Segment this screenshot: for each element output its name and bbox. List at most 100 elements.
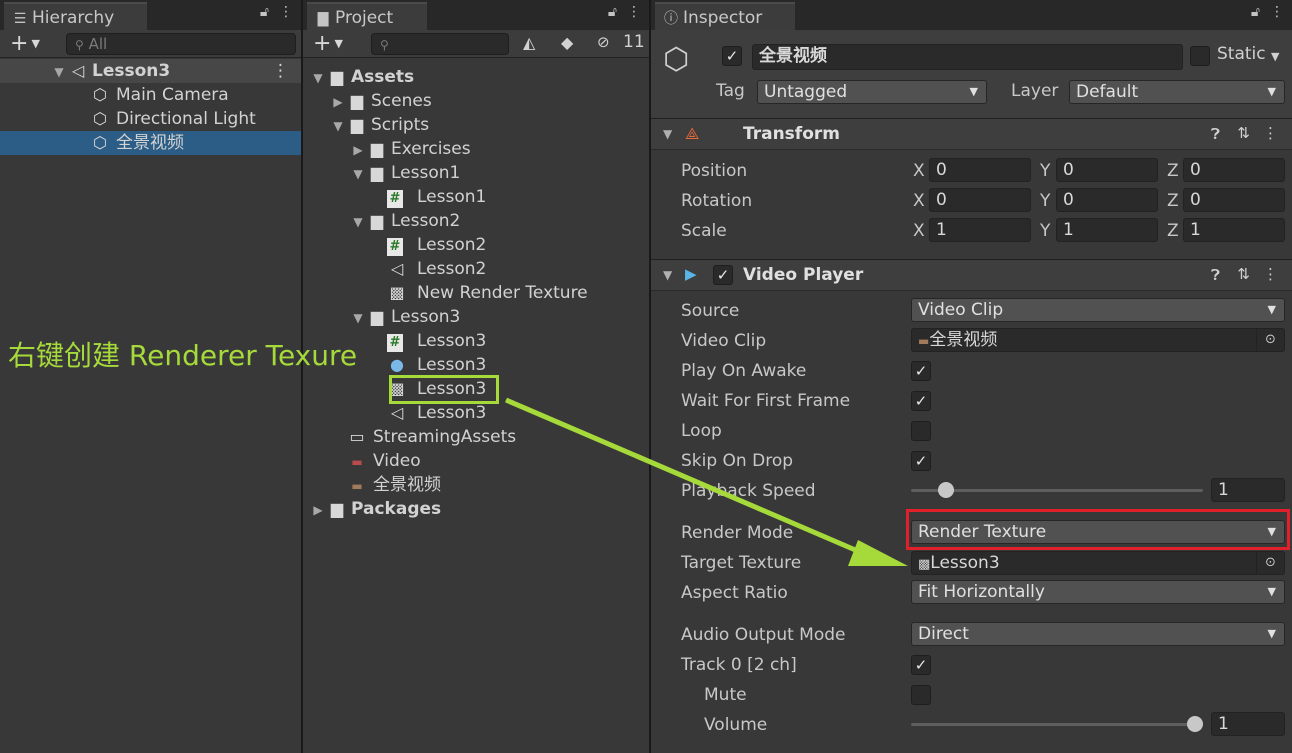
tree-item-lesson1-script[interactable]: # Lesson1 bbox=[387, 185, 486, 209]
tab-inspector[interactable]: ⓘ Inspector bbox=[655, 2, 795, 30]
create-plus-button[interactable]: + ▼ bbox=[10, 31, 40, 57]
rotation-x-field[interactable]: 0 bbox=[929, 188, 1031, 212]
presets-icon[interactable]: ⇅ bbox=[1237, 265, 1250, 283]
axis-x-label[interactable]: X bbox=[913, 189, 925, 213]
source-dropdown[interactable]: Video Clip ▼ bbox=[911, 298, 1285, 322]
chevron-down-icon[interactable]: ▼ bbox=[663, 127, 672, 141]
rotation-z-field[interactable]: 0 bbox=[1183, 188, 1285, 212]
filter-by-label-icon[interactable]: ◆ bbox=[561, 33, 573, 52]
axis-y-label[interactable]: Y bbox=[1040, 219, 1050, 243]
project-search-input[interactable]: ⚲ bbox=[371, 33, 509, 55]
aspect-ratio-dropdown[interactable]: Fit Horizontally ▼ bbox=[911, 580, 1285, 604]
tree-item-new-render-texture[interactable]: ▩ New Render Texture bbox=[387, 281, 587, 305]
video-player-enabled-checkbox[interactable]: ✓ bbox=[713, 265, 733, 285]
scene-row[interactable]: ▼ ◁ Lesson3 ⋮ bbox=[0, 59, 301, 83]
axis-y-label[interactable]: Y bbox=[1040, 189, 1050, 213]
audio-output-mode-dropdown[interactable]: Direct ▼ bbox=[911, 622, 1285, 646]
object-name-field[interactable]: 全景视频 bbox=[752, 44, 1183, 70]
track-enabled-checkbox[interactable]: ✓ bbox=[911, 655, 931, 675]
help-icon[interactable]: ❓︎ bbox=[1211, 125, 1220, 143]
scale-y-field[interactable]: 1 bbox=[1056, 218, 1158, 242]
tree-item-lesson1-folder[interactable]: ▼ ▆ Lesson1 bbox=[349, 161, 460, 185]
loop-checkbox[interactable] bbox=[911, 421, 931, 441]
volume-field[interactable]: 1 bbox=[1211, 712, 1285, 736]
position-z-field[interactable]: 0 bbox=[1183, 158, 1285, 182]
lock-icon[interactable]: 🔓︎ bbox=[1251, 4, 1260, 20]
lock-icon[interactable]: 🔓︎ bbox=[260, 4, 269, 20]
volume-slider-knob[interactable] bbox=[1187, 716, 1203, 732]
tree-item-packages[interactable]: ▶ ▆ Packages bbox=[309, 497, 441, 521]
more-options-icon[interactable]: ⋮ bbox=[627, 4, 641, 20]
layer-dropdown[interactable]: Default ▼ bbox=[1069, 80, 1285, 104]
skip-on-drop-checkbox[interactable]: ✓ bbox=[911, 451, 931, 471]
tree-item-lesson3-folder[interactable]: ▼ ▆ Lesson3 bbox=[349, 305, 460, 329]
chevron-down-icon[interactable]: ▼ bbox=[349, 210, 367, 234]
hierarchy-item[interactable]: ⬡ Main Camera bbox=[90, 83, 229, 107]
hidden-packages-icon[interactable]: ⊘ bbox=[597, 33, 610, 51]
playback-speed-slider-knob[interactable] bbox=[938, 482, 954, 498]
chevron-down-icon[interactable]: ▼ bbox=[329, 114, 347, 138]
tree-item-scenes[interactable]: ▶ ▆ Scenes bbox=[329, 89, 431, 114]
scale-z-field[interactable]: 1 bbox=[1183, 218, 1285, 242]
tree-item-lesson2-script[interactable]: # Lesson2 bbox=[387, 233, 486, 257]
lock-icon[interactable]: 🔓︎ bbox=[608, 4, 617, 20]
playback-speed-field[interactable]: 1 bbox=[1211, 478, 1285, 502]
tree-item-panorama-video[interactable]: ▬ 全景视频 bbox=[347, 473, 441, 497]
more-options-icon[interactable]: ⋮ bbox=[1270, 4, 1284, 20]
chevron-right-icon[interactable]: ▶ bbox=[349, 138, 367, 162]
tree-item-lesson3-script[interactable]: # Lesson3 bbox=[387, 329, 486, 353]
active-checkbox[interactable]: ✓ bbox=[722, 46, 742, 66]
axis-z-label[interactable]: Z bbox=[1167, 159, 1179, 183]
tab-project[interactable]: ▇ Project bbox=[307, 2, 427, 30]
static-dropdown-icon[interactable]: ▼ bbox=[1271, 50, 1279, 63]
axis-z-label[interactable]: Z bbox=[1167, 189, 1179, 213]
tree-item-exercises[interactable]: ▶ ▆ Exercises bbox=[349, 137, 470, 162]
tree-item-scripts[interactable]: ▼ ▆ Scripts bbox=[329, 113, 429, 137]
target-texture-field[interactable]: ▩Lesson3 ⊙ bbox=[911, 551, 1285, 575]
tree-item-lesson3-material[interactable]: ● Lesson3 bbox=[387, 353, 486, 377]
axis-x-label[interactable]: X bbox=[913, 159, 925, 183]
chevron-down-icon[interactable]: ▼ bbox=[50, 60, 68, 84]
create-plus-button[interactable]: + ▼ bbox=[313, 31, 343, 57]
hierarchy-search-input[interactable]: ⚲ All bbox=[66, 33, 296, 55]
tree-item-lesson3-scene[interactable]: ◁ Lesson3 bbox=[387, 401, 487, 425]
playback-speed-slider[interactable] bbox=[911, 489, 1203, 492]
wait-first-frame-checkbox[interactable]: ✓ bbox=[911, 391, 931, 411]
filter-by-type-icon[interactable]: ◭ bbox=[523, 33, 535, 52]
tab-hierarchy[interactable]: ☰ Hierarchy bbox=[4, 2, 147, 30]
tree-item-streamingassets[interactable]: ▭ StreamingAssets bbox=[347, 425, 516, 449]
gameobject-cube-icon[interactable]: ⬡ bbox=[663, 42, 689, 77]
tree-item-lesson2-folder[interactable]: ▼ ▆ Lesson2 bbox=[349, 209, 460, 233]
presets-icon[interactable]: ⇅ bbox=[1237, 124, 1250, 142]
position-y-field[interactable]: 0 bbox=[1056, 158, 1158, 182]
scene-menu-icon[interactable]: ⋮ bbox=[272, 59, 289, 83]
transform-header[interactable]: ▼ ⟁ Transform ❓︎ ⇅ ⋮ bbox=[651, 118, 1292, 150]
scale-x-field[interactable]: 1 bbox=[929, 218, 1031, 242]
position-x-field[interactable]: 0 bbox=[929, 158, 1031, 182]
tag-dropdown[interactable]: Untagged ▼ bbox=[757, 80, 987, 104]
static-checkbox[interactable] bbox=[1190, 46, 1210, 66]
axis-x-label[interactable]: X bbox=[913, 219, 925, 243]
chevron-down-icon[interactable]: ▼ bbox=[663, 268, 672, 282]
video-clip-field[interactable]: ▬全景视频 ⊙ bbox=[911, 328, 1285, 352]
component-menu-icon[interactable]: ⋮ bbox=[1263, 265, 1278, 283]
tree-item-assets[interactable]: ▼ ▆ Assets bbox=[309, 65, 414, 89]
axis-y-label[interactable]: Y bbox=[1040, 159, 1050, 183]
axis-z-label[interactable]: Z bbox=[1167, 219, 1179, 243]
chevron-right-icon[interactable]: ▶ bbox=[329, 90, 347, 114]
chevron-down-icon[interactable]: ▼ bbox=[349, 306, 367, 330]
play-on-awake-checkbox[interactable]: ✓ bbox=[911, 361, 931, 381]
video-player-header[interactable]: ▼ ▶ ✓ Video Player ❓︎ ⇅ ⋮ bbox=[651, 259, 1292, 291]
hierarchy-item[interactable]: ⬡ Directional Light bbox=[90, 107, 256, 131]
chevron-right-icon[interactable]: ▶ bbox=[309, 498, 327, 522]
hierarchy-item-selected[interactable]: ⬡ 全景视频 bbox=[0, 131, 301, 155]
help-icon[interactable]: ❓︎ bbox=[1211, 266, 1220, 284]
chevron-down-icon[interactable]: ▼ bbox=[309, 66, 327, 90]
object-picker-icon[interactable]: ⊙ bbox=[1256, 329, 1284, 351]
volume-slider[interactable] bbox=[911, 723, 1203, 726]
mute-checkbox[interactable] bbox=[911, 685, 931, 705]
tree-item-lesson2-scene[interactable]: ◁ Lesson2 bbox=[387, 257, 487, 281]
chevron-down-icon[interactable]: ▼ bbox=[349, 162, 367, 186]
tree-item-video[interactable]: ▬ Video bbox=[347, 449, 420, 473]
object-picker-icon[interactable]: ⊙ bbox=[1256, 552, 1284, 574]
